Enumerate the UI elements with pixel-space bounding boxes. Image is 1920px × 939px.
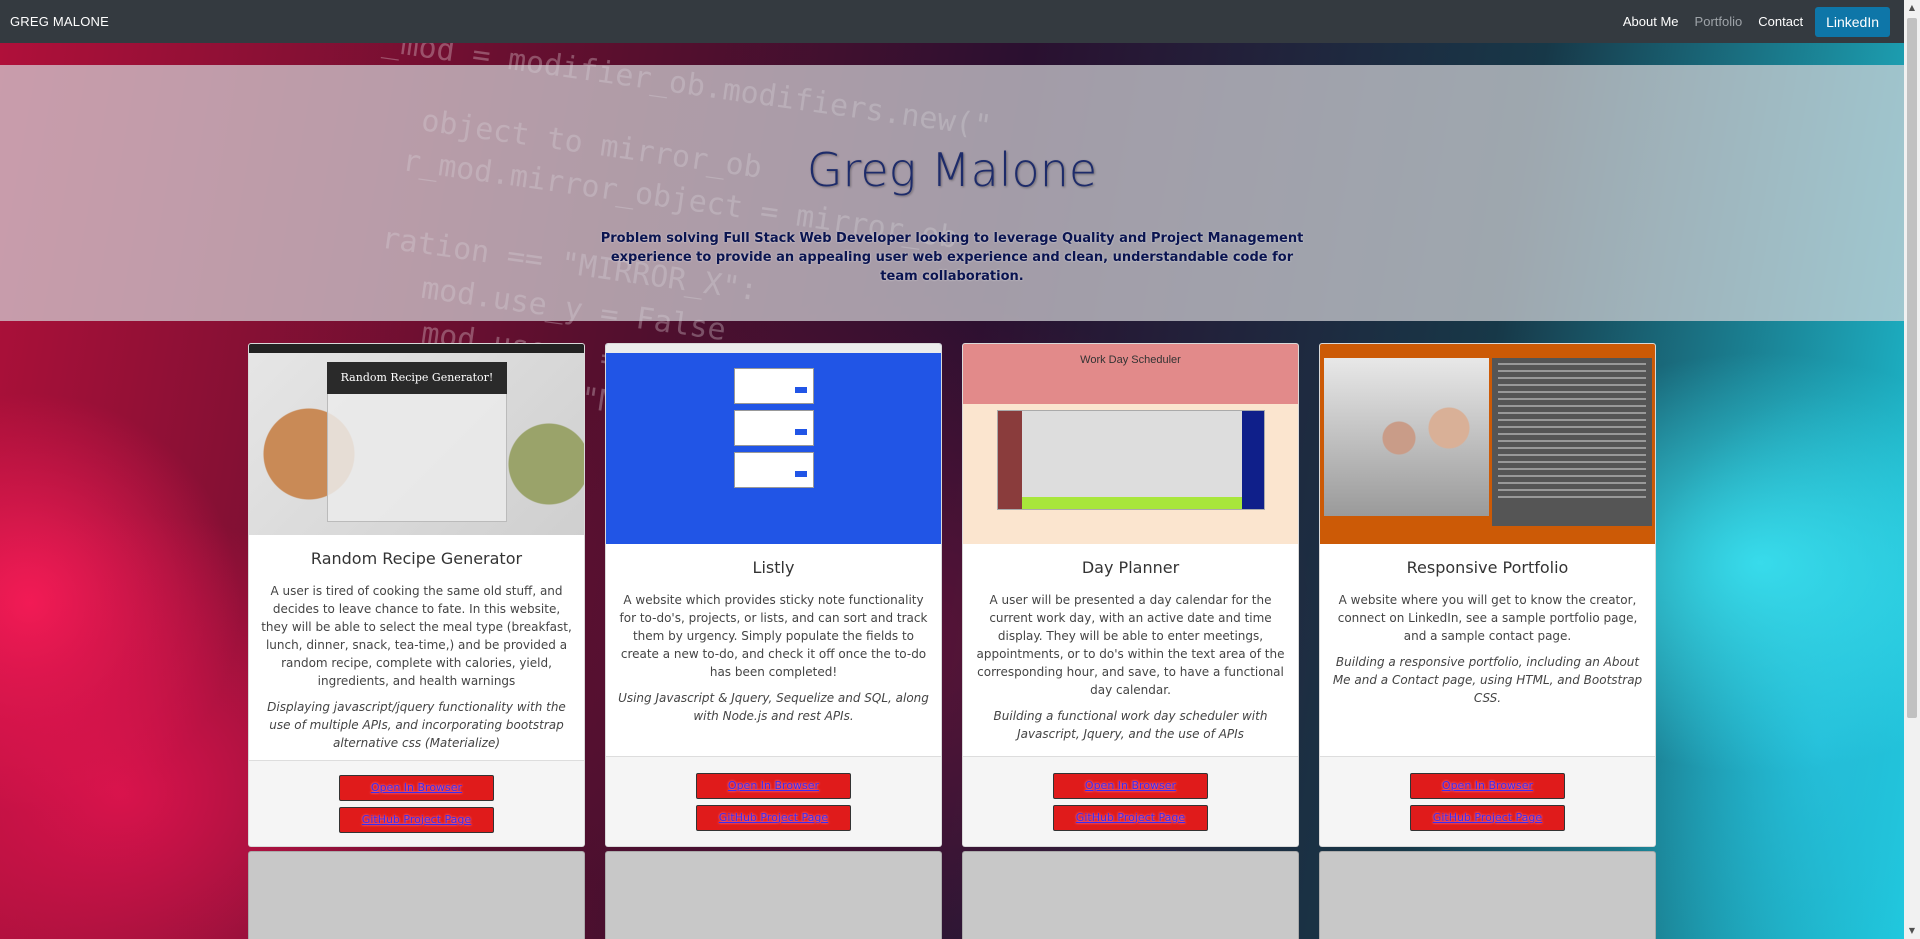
scrollbar-thumb[interactable] xyxy=(1907,18,1917,718)
brand-link[interactable]: GREG MALONE xyxy=(10,14,109,29)
project-card-day-planner: Work Day Scheduler Day Planner A user wi… xyxy=(962,343,1299,847)
project-tech: Building a responsive portfolio, includi… xyxy=(1332,655,1643,705)
card-footer: Open In Browser GitHub Project Page xyxy=(249,760,584,846)
project-tech: Building a functional work day scheduler… xyxy=(993,709,1268,741)
project-card-partial xyxy=(248,851,585,939)
hero-tagline: Problem solving Full Stack Web Developer… xyxy=(600,231,1304,284)
card-footer: Open In Browser GitHub Project Page xyxy=(963,756,1298,846)
scroll-up-arrow-icon[interactable]: ▲ xyxy=(1904,0,1920,16)
open-in-browser-button[interactable]: Open In Browser xyxy=(339,774,494,801)
open-in-browser-button[interactable]: Open In Browser xyxy=(1053,772,1208,799)
project-title: Responsive Portfolio xyxy=(1406,558,1569,577)
nav-contact[interactable]: Contact xyxy=(1750,14,1811,29)
project-thumbnail-portfolio[interactable] xyxy=(1320,344,1655,544)
project-card-partial xyxy=(1319,851,1656,939)
hero-jumbotron: Greg Malone Problem solving Full Stack W… xyxy=(0,65,1904,321)
project-card-partial xyxy=(605,851,942,939)
github-project-button[interactable]: GitHub Project Page xyxy=(1053,804,1208,831)
linkedin-button[interactable]: LinkedIn xyxy=(1815,6,1890,37)
nav-about-me[interactable]: About Me xyxy=(1615,14,1687,29)
open-in-browser-button[interactable]: Open In Browser xyxy=(696,772,851,799)
project-thumbnail-listly[interactable] xyxy=(606,344,941,544)
card-footer: Open In Browser GitHub Project Page xyxy=(606,756,941,846)
github-project-button[interactable]: GitHub Project Page xyxy=(1410,804,1565,831)
project-card-partial xyxy=(962,851,1299,939)
nav-links: About Me Portfolio Contact LinkedIn xyxy=(1615,6,1894,37)
project-title: Day Planner xyxy=(1081,558,1180,577)
github-project-button[interactable]: GitHub Project Page xyxy=(696,804,851,831)
project-card-listly: Listly A website which provides sticky n… xyxy=(605,343,942,847)
project-card-recipe: Random Recipe Generator! Random Recipe G… xyxy=(248,343,585,847)
project-tech: Displaying javascript/jquery functionali… xyxy=(267,700,566,750)
project-tech: Using Javascript & Jquery, Sequelize and… xyxy=(618,691,929,723)
project-title: Random Recipe Generator xyxy=(310,549,523,568)
scroll-down-arrow-icon[interactable]: ▼ xyxy=(1904,923,1920,939)
project-description: A website where you will get to know the… xyxy=(1337,593,1638,643)
project-description: A user is tired of cooking the same old … xyxy=(261,584,572,688)
card-footer: Open In Browser GitHub Project Page xyxy=(1320,756,1655,846)
project-thumbnail-day-planner[interactable]: Work Day Scheduler xyxy=(963,344,1298,544)
github-project-button[interactable]: GitHub Project Page xyxy=(339,806,494,833)
open-in-browser-button[interactable]: Open In Browser xyxy=(1410,772,1565,799)
hero-title: Greg Malone xyxy=(806,143,1098,197)
top-navbar: GREG MALONE About Me Portfolio Contact L… xyxy=(0,0,1904,43)
project-title: Listly xyxy=(752,558,795,577)
page-scrollbar[interactable]: ▲ ▼ xyxy=(1904,0,1920,939)
project-thumbnail-recipe[interactable]: Random Recipe Generator! xyxy=(249,344,584,535)
project-card-responsive-portfolio: Responsive Portfolio A website where you… xyxy=(1319,343,1656,847)
nav-portfolio[interactable]: Portfolio xyxy=(1687,14,1751,29)
project-description: A user will be presented a day calendar … xyxy=(976,593,1285,697)
project-description: A website which provides sticky note fun… xyxy=(619,593,928,679)
